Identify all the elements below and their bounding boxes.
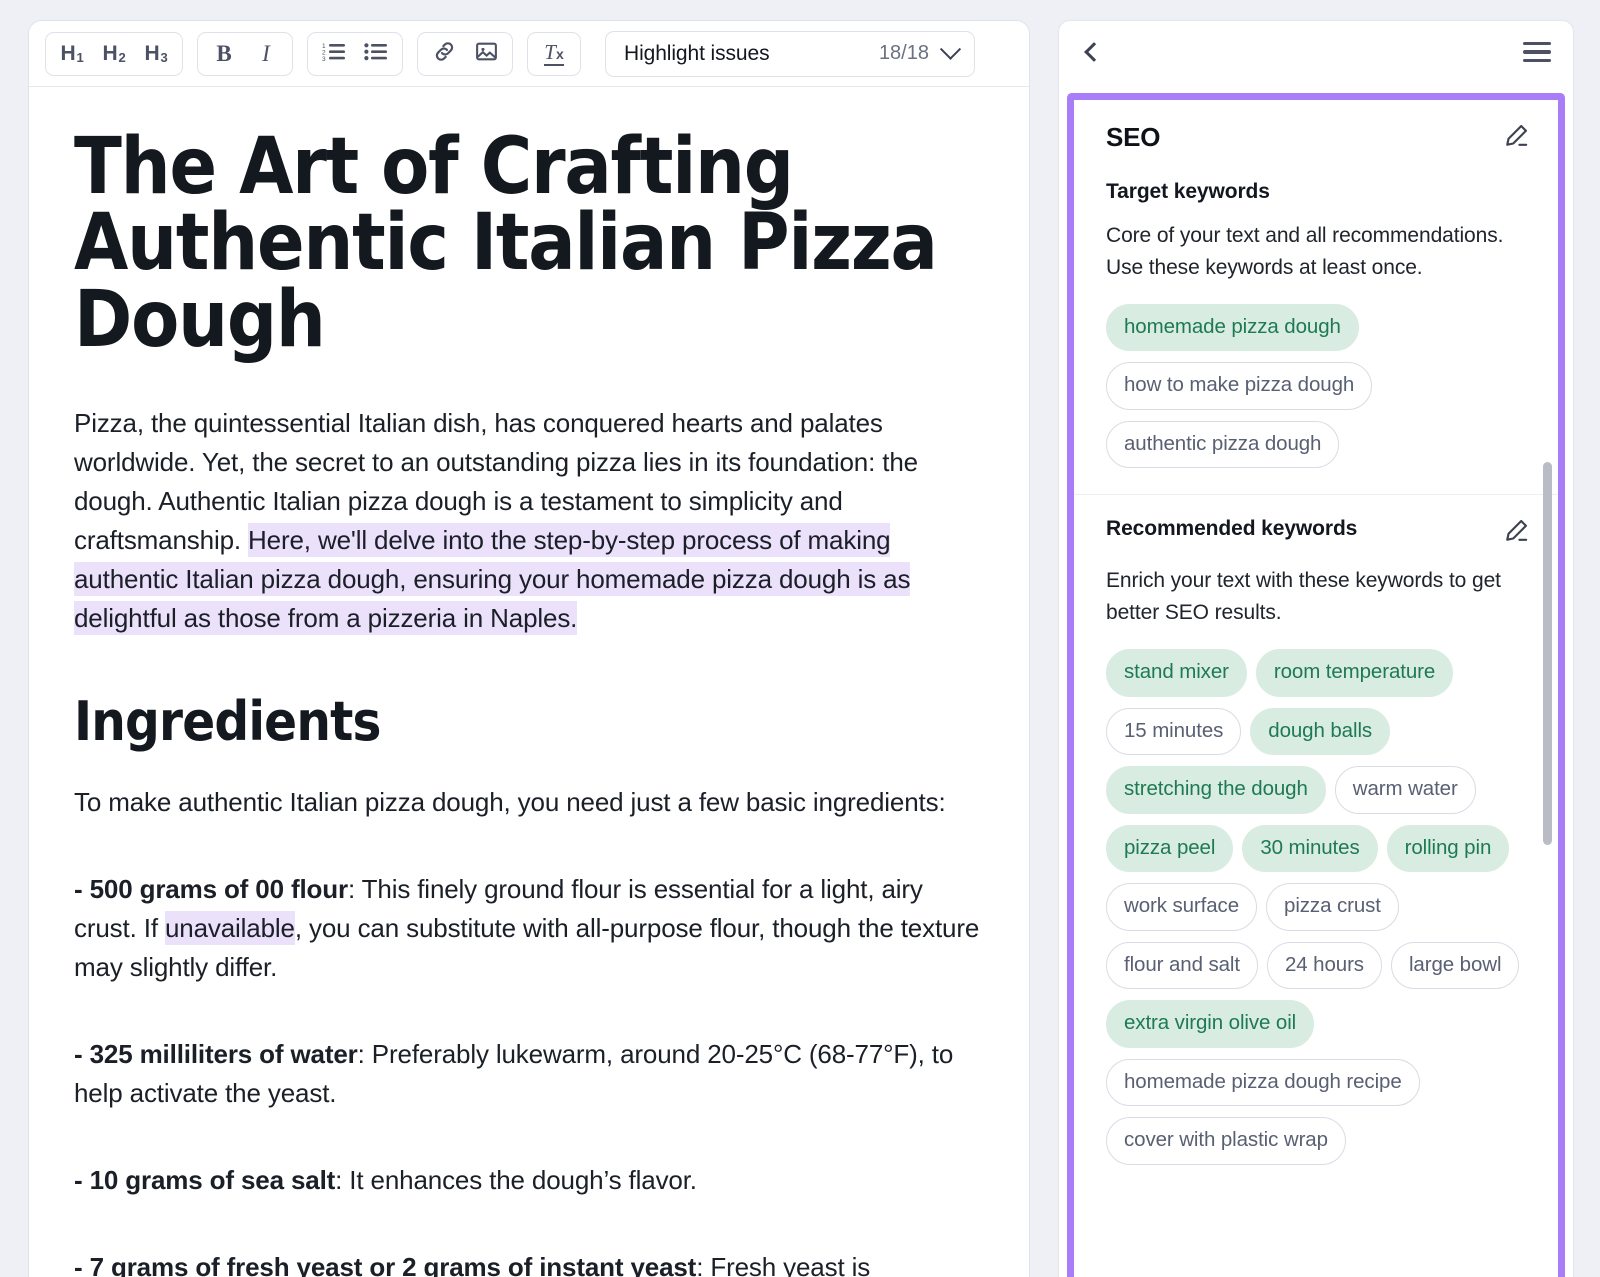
ingredient-1-highlight: unavailable: [164, 911, 295, 946]
italic-icon: I: [262, 40, 270, 66]
ingredient-item-3: - 10 grams of sea salt: It enhances the …: [74, 1161, 985, 1200]
app-root: H1 H2 H3 B I 1 2 3 Tx Highlight issues 1…: [0, 0, 1600, 1277]
keyword-chip[interactable]: work surface: [1106, 883, 1258, 931]
keyword-chip[interactable]: pizza peel: [1106, 824, 1234, 873]
keyword-chip[interactable]: large bowl: [1390, 941, 1520, 990]
ordered-list-icon: 1 2 3: [322, 41, 346, 66]
clear-formatting-button[interactable]: Tx: [534, 36, 574, 72]
keyword-chip[interactable]: stretching the dough: [1106, 766, 1326, 814]
clear-formatting-icon: Tx: [544, 39, 564, 66]
text-style-group: B I: [197, 31, 293, 76]
heading-button-group: H1 H2 H3: [45, 31, 183, 76]
heading-3-button[interactable]: H3: [136, 36, 176, 72]
highlight-issues-dropdown[interactable]: Highlight issues 18/18: [605, 30, 975, 77]
document-title: The Art of Crafting Authentic Italian Pi…: [74, 122, 938, 365]
keyword-chip[interactable]: room temperature: [1255, 649, 1454, 697]
heading-1-sub: 1: [76, 50, 84, 65]
edit-recommended-keywords-pencil-icon[interactable]: [1503, 517, 1530, 549]
recommended-keywords-heading: Recommended keywords: [1106, 517, 1358, 541]
editor-window: H1 H2 H3 B I 1 2 3 Tx Highlight issues 1…: [28, 20, 1030, 1277]
insert-group: [417, 31, 513, 76]
clear-format-group: Tx: [527, 31, 581, 76]
bulleted-list-icon: [364, 41, 388, 66]
heading-1-button[interactable]: H1: [52, 36, 92, 72]
heading-3-label: H: [144, 42, 160, 65]
document-editor-body[interactable]: The Art of Crafting Authentic Italian Pi…: [29, 87, 1029, 1277]
insert-link-button[interactable]: [424, 36, 464, 72]
seo-section-header: SEO: [1074, 100, 1558, 180]
keyword-chip[interactable]: pizza crust: [1266, 883, 1399, 931]
keyword-chip[interactable]: homemade pizza dough recipe: [1106, 1058, 1420, 1107]
keyword-chip[interactable]: stand mixer: [1106, 649, 1247, 697]
keyword-chip[interactable]: warm water: [1334, 766, 1476, 814]
chevron-down-icon: [939, 38, 962, 60]
keyword-chip[interactable]: dough balls: [1250, 707, 1391, 756]
ingredient-item-4: - 7 grams of fresh yeast or 2 grams of i…: [74, 1248, 985, 1277]
target-keywords-section: Target keywords Core of your text and al…: [1074, 180, 1558, 494]
heading-2-label: H: [102, 42, 118, 65]
bold-button[interactable]: B: [204, 36, 244, 72]
keyword-chip[interactable]: flour and salt: [1106, 941, 1258, 990]
recommended-keywords-section: Recommended keywords Enrich your text wi…: [1074, 494, 1558, 1190]
edit-seo-pencil-icon[interactable]: [1503, 122, 1530, 154]
side-panel-header: [1059, 21, 1573, 83]
svg-text:3: 3: [322, 56, 326, 61]
heading-2-sub: 2: [118, 50, 126, 65]
ingredient-2-name: - 325 milliliters of water: [74, 1039, 358, 1070]
keyword-chip[interactable]: authentic pizza dough: [1106, 420, 1340, 469]
heading-3-sub: 3: [160, 50, 168, 65]
keyword-chip[interactable]: 30 minutes: [1242, 824, 1378, 873]
hamburger-menu-icon[interactable]: [1523, 41, 1551, 63]
ingredient-1-name: - 500 grams of 00 flour: [74, 874, 348, 905]
intro-paragraph: Pizza, the quintessential Italian dish, …: [74, 404, 985, 638]
ingredient-3-text: : It enhances the dough’s flavor.: [335, 1165, 697, 1196]
italic-button[interactable]: I: [246, 36, 286, 72]
recommended-keywords-chip-list: stand mixer room temperature 15 minutes …: [1106, 649, 1530, 1165]
target-keywords-heading: Target keywords: [1106, 180, 1270, 203]
ingredient-4-name: - 7 grams of fresh yeast or 2 grams of i…: [74, 1252, 697, 1277]
panel-scrollbar-thumb[interactable]: [1543, 462, 1552, 845]
ingredient-item-2: - 325 milliliters of water: Preferably l…: [74, 1035, 985, 1113]
bulleted-list-button[interactable]: [356, 36, 396, 72]
ingredients-heading: Ingredients: [74, 690, 381, 754]
editor-toolbar: H1 H2 H3 B I 1 2 3 Tx Highlight issues 1…: [29, 21, 1029, 87]
seo-panel-scroll-area[interactable]: SEO Target keywords Core of your text an…: [1074, 100, 1558, 1277]
seo-panel-title: SEO: [1106, 122, 1161, 152]
ingredient-4-text: : Fresh yeast is: [696, 1252, 871, 1277]
keyword-chip[interactable]: 15 minutes: [1106, 707, 1242, 756]
keyword-chip[interactable]: cover with plastic wrap: [1106, 1117, 1346, 1165]
highlight-issues-label: Highlight issues: [624, 41, 770, 65]
ordered-list-button[interactable]: 1 2 3: [314, 36, 354, 72]
ingredients-lead: To make authentic Italian pizza dough, y…: [74, 787, 946, 818]
heading-1-label: H: [60, 42, 76, 65]
image-icon: [474, 39, 499, 69]
keyword-chip[interactable]: how to make pizza dough: [1106, 362, 1373, 410]
back-chevron-icon[interactable]: [1084, 42, 1104, 62]
list-group: 1 2 3: [307, 31, 403, 76]
heading-2-button[interactable]: H2: [94, 36, 134, 72]
target-keywords-chip-list: homemade pizza dough how to make pizza d…: [1106, 303, 1530, 469]
ingredient-3-name: - 10 grams of sea salt: [74, 1165, 336, 1196]
keyword-chip[interactable]: extra virgin olive oil: [1106, 1000, 1315, 1048]
seo-panel-highlight-frame: SEO Target keywords Core of your text an…: [1067, 93, 1565, 1277]
keyword-chip[interactable]: rolling pin: [1386, 824, 1510, 873]
ingredient-item-1: - 500 grams of 00 flour: This finely gro…: [74, 870, 985, 987]
bold-icon: B: [216, 40, 232, 66]
keyword-chip[interactable]: homemade pizza dough: [1106, 303, 1359, 352]
insert-image-button[interactable]: [466, 36, 506, 72]
recommended-keywords-description: Enrich your text with these keywords to …: [1106, 569, 1501, 625]
link-icon: [432, 39, 457, 69]
highlight-issues-count: 18/18: [878, 42, 929, 64]
target-keywords-description: Core of your text and all recommendation…: [1106, 224, 1504, 279]
keyword-chip[interactable]: 24 hours: [1266, 941, 1382, 990]
seo-side-panel: SEO Target keywords Core of your text an…: [1058, 20, 1574, 1277]
